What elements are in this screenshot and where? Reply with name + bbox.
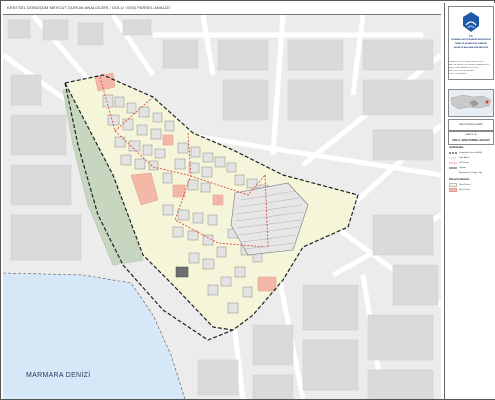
sheet-title: KENTSEL DÖNÜŞÜM MEVCUT DURUM ANALİZLERİ … [7,5,170,10]
description-line: İMAR VE ŞEHİRCİLİK DAİRESİ BAŞKANLIĞI [448,64,489,66]
analysis-title-box: Mevcut Durum Analizi [448,119,494,131]
legend-label: Yol Kenarı [459,161,470,164]
red-dashed-line-icon [449,162,457,164]
locator-map [448,89,494,117]
analysis-subtitle-box: ANALİZ 1A DOLU / BOŞ PARSEL ANALİZİ [448,131,494,145]
description-line: TESPİT ÇALIŞMASI [448,73,467,75]
institution-line-1: T.C. [468,35,474,38]
description-line: KENTSEL DÖNÜŞÜM ALANI [448,70,475,72]
analysis-title: Mevcut Durum Analizi [459,123,483,126]
legend-label: Betonarme / Kargir Yapı [459,171,483,174]
legend-item-empty-parcel: Boş Parsel [449,188,492,193]
analysis-subtitle: DOLU / BOŞ PARSEL ANALİZİ [452,139,490,142]
project-description: İSTANBUL BÜYÜKŞEHİR BELEDİYESİ İMAR VE Ş… [448,61,492,85]
municipality-logo-icon [463,12,479,32]
legend-label: Yapı Adası [459,156,470,159]
institution-line-3: İMAR VE ŞEHİRCİLİK DAİRESİ [455,43,487,45]
location-marker-icon [485,100,489,104]
empty-parcel-swatch [449,188,457,192]
legend-heading: Açıklamalar [449,146,464,149]
parcel-legend-heading: Parsel Kullanımı [449,178,470,181]
block-outline-icon [449,157,457,159]
drawing-frame: KENTSEL DÖNÜŞÜM MEVCUT DURUM ANALİZLERİ … [0,0,495,400]
analysis-map[interactable]: MARMARA DENİZİ [3,15,441,399]
institution-line-2: İSTANBUL BÜYÜKŞEHİR BELEDİYESİ [451,39,491,41]
title-bar: KENTSEL DÖNÜŞÜM MEVCUT DURUM ANALİZLERİ … [3,3,441,15]
legend-sidebar: T.C. İSTANBUL BÜYÜKŞEHİR BELEDİYESİ İMAR… [444,3,495,399]
analysis-code: ANALİZ 1A [465,134,477,136]
description-line: ŞEHİR PLANLAMA MÜDÜRLÜĞÜ [448,67,479,69]
institution-line-4: ŞEHİR PLANLAMA MÜDÜRLÜĞÜ [453,47,489,49]
map-canvas [3,15,441,399]
legend-label: Yapılar [459,166,466,169]
dashed-boundary-icon [449,152,457,154]
legend-label: Dolu Parsel [459,183,471,186]
legend-label: Boş Parsel [459,188,470,191]
structure-line-icon [449,167,457,169]
legend-item-concrete: Betonarme / Kargir Yapı [449,171,492,176]
dark-building [175,266,189,278]
locator-map-image [449,90,493,116]
legend: Açıklamalar Proje Alanı Sınırı (Mülk) Ya… [448,146,492,206]
built-parcel-swatch [449,183,457,187]
legend-label: Proje Alanı Sınırı (Mülk) [459,151,483,154]
description-line: İSTANBUL BÜYÜKŞEHİR BELEDİYESİ [448,61,484,63]
sea-label: MARMARA DENİZİ [26,372,91,379]
